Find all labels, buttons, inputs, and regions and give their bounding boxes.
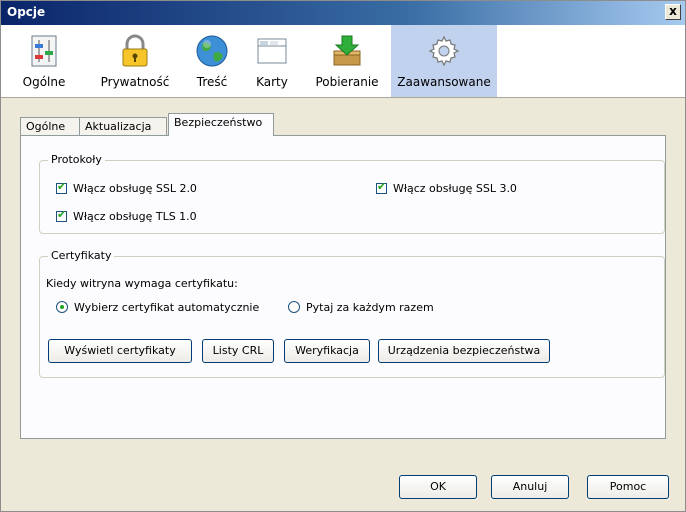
tls1-checkbox[interactable]: ✔ Włącz obsługę TLS 1.0 — [56, 208, 197, 223]
tab-update[interactable]: Aktualizacja — [79, 117, 167, 135]
cancel-button[interactable]: Anuluj — [491, 475, 569, 499]
pane-content[interactable]: Treść — [185, 25, 239, 97]
pane-privacy[interactable]: Prywatność — [93, 25, 177, 97]
view-certificates-button[interactable]: Wyświetl certyfikaty — [48, 339, 192, 363]
certificates-group: Certyfikaty Kiedy witryna wymaga certyfi… — [39, 249, 665, 378]
radio-circle — [56, 301, 68, 313]
lock-icon — [122, 34, 148, 67]
globe-icon — [196, 35, 228, 67]
checkmark-icon: ✔ — [377, 180, 387, 193]
ssl2-label: Włącz obsługę SSL 2.0 — [73, 182, 197, 195]
pane-label: Zaawansowane — [397, 75, 491, 89]
crl-lists-button[interactable]: Listy CRL — [202, 339, 274, 363]
tab-security[interactable]: Bezpieczeństwo — [168, 113, 274, 136]
cert-auto-label: Wybierz certyfikat automatycznie — [74, 301, 260, 314]
pane-label: Treść — [196, 75, 228, 89]
window-title: Opcje — [7, 5, 46, 19]
pane-toolbar: Ogólne Prywatność Treść Karty Pobieranie… — [1, 25, 685, 98]
close-button[interactable]: x — [665, 4, 681, 20]
pane-label: Pobieranie — [315, 75, 379, 89]
checkmark-icon: ✔ — [57, 208, 67, 221]
checkmark-icon: ✔ — [57, 180, 67, 193]
radio-circle — [288, 301, 300, 313]
protocols-group: Protokoły ✔ Włącz obsługę SSL 2.0 ✔ Włącz … — [39, 153, 665, 234]
checkbox-box: ✔ — [56, 208, 67, 222]
cert-auto-radio[interactable]: Wybierz certyfikat automatycznie — [56, 301, 259, 314]
general-icon — [31, 35, 57, 67]
ssl3-label: Włącz obsługę SSL 3.0 — [393, 182, 517, 195]
checkbox-box: ✔ — [56, 180, 67, 194]
options-window: Opcje x Ogólne Prywatność Treść Karty Po… — [0, 0, 686, 512]
pane-advanced[interactable]: Zaawansowane — [391, 25, 497, 97]
pane-label: Ogólne — [22, 75, 66, 89]
pane-label: Prywatność — [100, 75, 170, 89]
verification-button[interactable]: Weryfikacja — [284, 339, 370, 363]
tls1-label: Włącz obsługę TLS 1.0 — [73, 210, 197, 223]
cert-ask-radio[interactable]: Pytaj za każdym razem — [288, 301, 434, 314]
pane-downloads[interactable]: Pobieranie — [309, 25, 385, 97]
checkbox-box: ✔ — [376, 180, 387, 194]
security-panel: Protokoły ✔ Włącz obsługę SSL 2.0 ✔ Włącz … — [20, 135, 666, 439]
pane-general[interactable]: Ogólne — [15, 25, 73, 97]
certificates-legend: Certyfikaty — [48, 249, 115, 262]
radio-dot — [60, 305, 64, 309]
pane-label: Karty — [256, 75, 288, 89]
gear-icon — [428, 35, 460, 67]
tabs-icon — [257, 38, 287, 64]
pane-tabs[interactable]: Karty — [245, 25, 299, 97]
download-icon — [333, 35, 361, 66]
security-devices-button[interactable]: Urządzenia bezpieczeństwa — [378, 339, 550, 363]
cert-prompt: Kiedy witryna wymaga certyfikatu: — [46, 277, 238, 290]
help-button[interactable]: Pomoc — [587, 475, 669, 499]
tab-general[interactable]: Ogólne — [20, 117, 80, 135]
cert-ask-label: Pytaj za każdym razem — [306, 301, 434, 314]
title-bar: Opcje x — [1, 1, 685, 25]
protocols-legend: Protokoły — [48, 153, 105, 166]
ssl3-checkbox[interactable]: ✔ Włącz obsługę SSL 3.0 — [376, 180, 517, 195]
ssl2-checkbox[interactable]: ✔ Włącz obsługę SSL 2.0 — [56, 180, 197, 195]
ok-button[interactable]: OK — [399, 475, 477, 499]
